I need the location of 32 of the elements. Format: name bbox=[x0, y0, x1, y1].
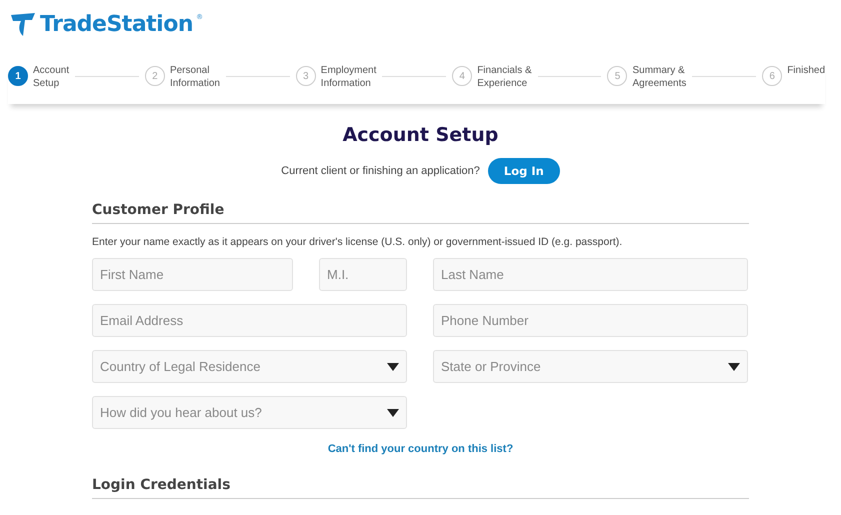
step-label: Employment Information bbox=[320, 64, 376, 90]
input-field[interactable]: First Name bbox=[92, 258, 293, 291]
instruction-text: Enter your name exactly as it appears on your driver's license (U.S. only) or government-issued ID (e.g. passport). bbox=[92, 236, 624, 248]
step-number: 6 bbox=[762, 66, 782, 86]
step-number: 5 bbox=[607, 66, 628, 86]
input-field[interactable]: Email Address bbox=[92, 304, 407, 337]
input-field[interactable]: Last Name bbox=[433, 258, 748, 291]
step-label: Personal Information bbox=[170, 64, 220, 90]
step-label: Financials & Experience bbox=[477, 64, 532, 90]
caret-icon bbox=[387, 362, 399, 370]
dropdown-field[interactable]: State or Province bbox=[433, 350, 748, 383]
step-label: Summary & Agreements bbox=[632, 64, 686, 90]
page-title: Account Setup bbox=[342, 124, 500, 146]
section-heading: Customer Profile bbox=[92, 202, 749, 224]
input-field[interactable]: Phone Number bbox=[433, 304, 748, 337]
dropdown-field[interactable]: Country of Legal Residence bbox=[92, 350, 407, 383]
country-help-link[interactable]: Can't find your country on this list? bbox=[92, 443, 749, 455]
step-label: Finished bbox=[787, 64, 826, 77]
logo-icon bbox=[10, 12, 36, 38]
step-number: 3 bbox=[296, 66, 316, 86]
step-number: 1 bbox=[8, 66, 28, 86]
step-number: 2 bbox=[144, 66, 165, 86]
input-field[interactable]: M.I. bbox=[319, 258, 407, 291]
step-number: 4 bbox=[452, 66, 472, 86]
logo-text: TradeStation bbox=[40, 12, 193, 38]
section-heading: Login Credentials bbox=[92, 477, 749, 499]
dropdown-field[interactable]: How did you hear about us? bbox=[92, 396, 407, 429]
login-prompt: Current client or finishing an application? bbox=[281, 165, 480, 177]
caret-icon bbox=[728, 362, 740, 370]
caret-icon bbox=[387, 408, 399, 416]
step-label: Account Setup bbox=[33, 64, 70, 90]
login-button[interactable]: Log In bbox=[488, 158, 560, 184]
